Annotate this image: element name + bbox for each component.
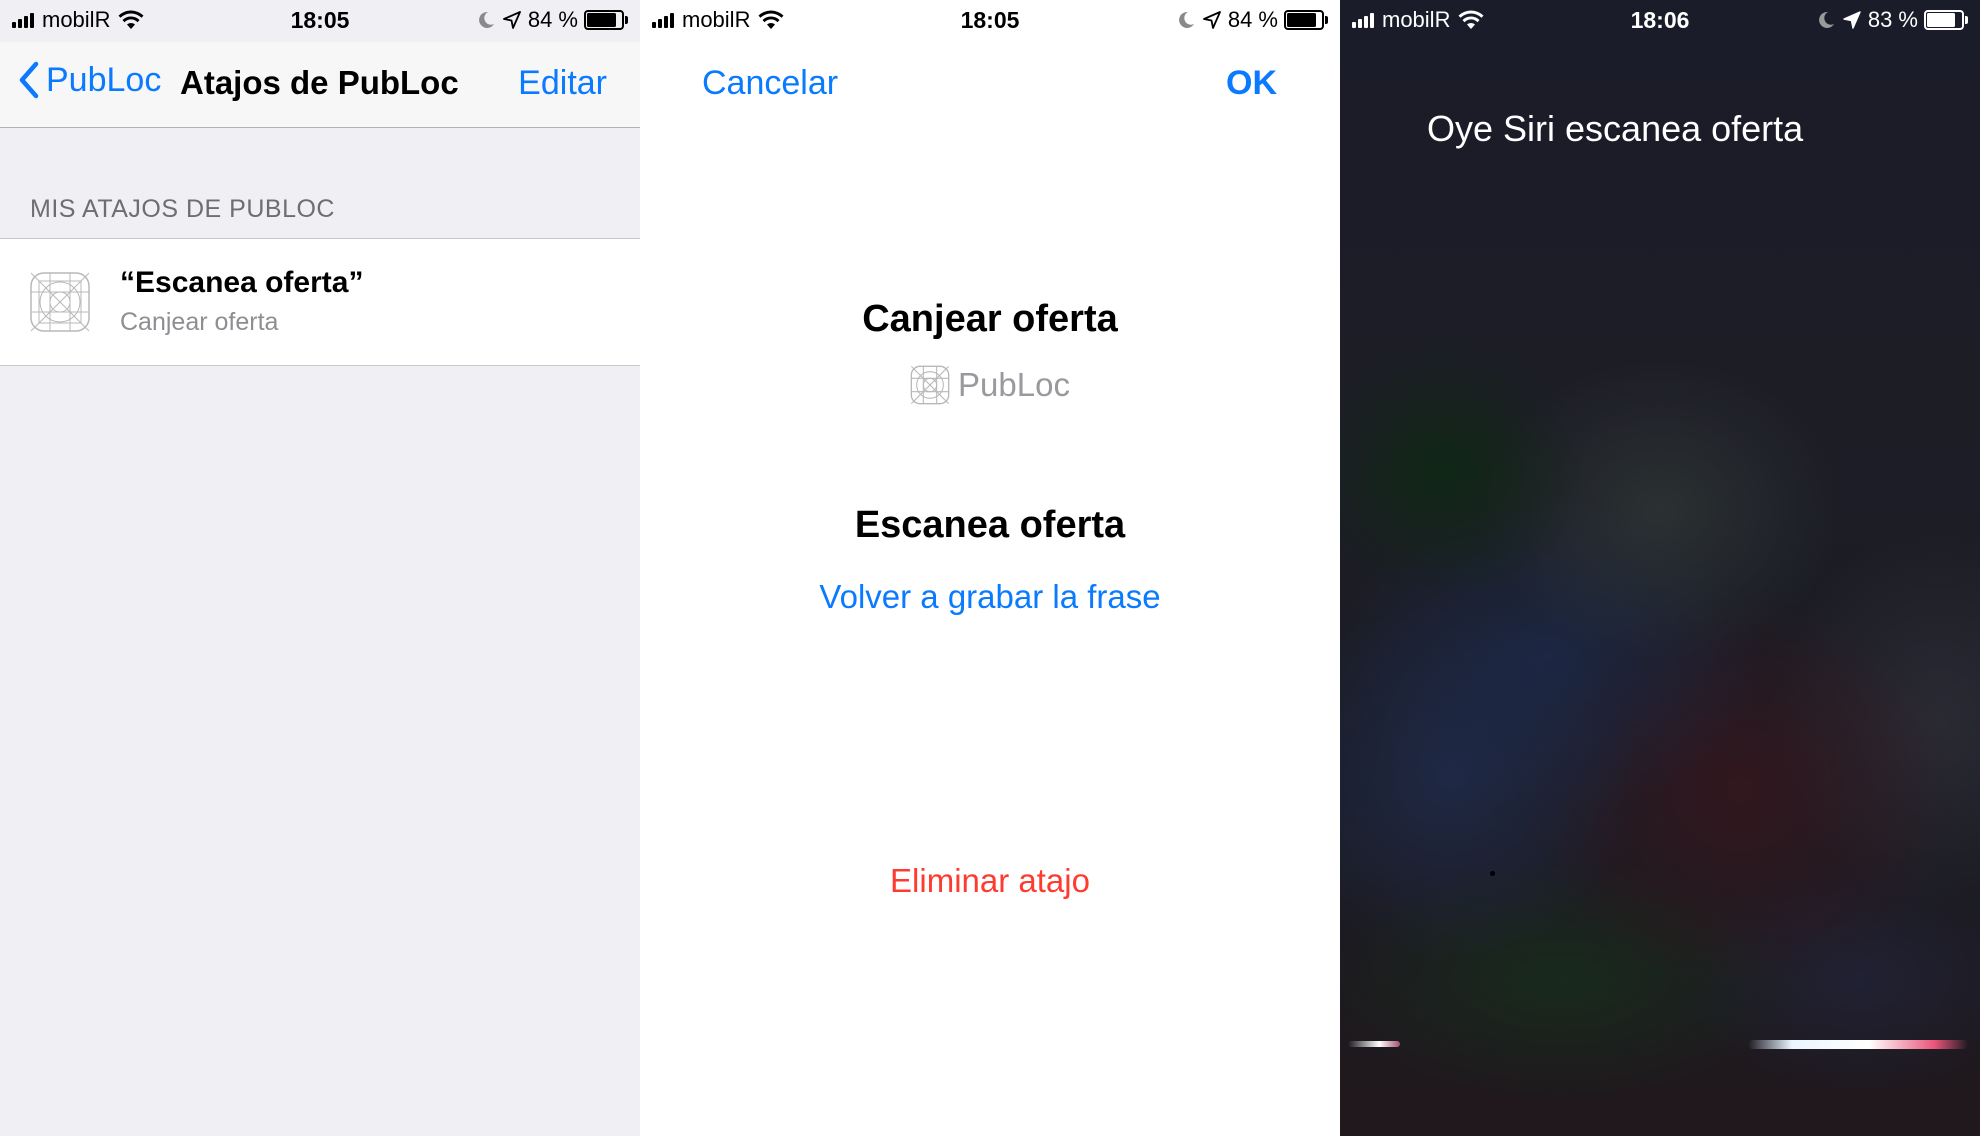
battery-percentage: 84 % [527,7,578,32]
action-title: Canjear oferta [862,298,1118,340]
battery-percentage: 83 % [1867,7,1918,32]
do-not-disturb-moon-icon [1178,11,1194,28]
rerecord-phrase-button[interactable]: Volver a grabar la frase [640,578,1340,616]
section-header: MIS ATAJOS DE PUBLOC [30,195,335,223]
navigation-bar: PubLoc Atajos de PubLoc Editar [0,42,640,128]
location-arrow-icon [1843,11,1861,29]
status-bar: mobilR 18:05 84 % [640,0,1340,42]
delete-shortcut-button[interactable]: Eliminar atajo [640,862,1340,900]
edit-button[interactable]: Editar [518,64,607,103]
location-arrow-icon [1202,11,1221,29]
back-button[interactable]: PubLoc [16,60,161,100]
back-button-label: PubLoc [46,60,162,99]
shortcut-detail-screen: mobilR 18:05 84 % Cancelar OK Canjear of… [640,0,1340,1136]
siri-waveform-left [1348,1041,1400,1047]
phrase-title: Escanea oferta [854,504,1126,546]
siri-screen: mobilR 18:06 83 % Oye Siri escanea ofert… [1340,0,1980,1136]
cancel-button[interactable]: Cancelar [702,64,838,103]
battery-icon [584,10,628,30]
status-bar: mobilR 18:06 83 % [1340,0,1980,42]
battery-icon [1924,10,1968,30]
status-bar: mobilR 18:05 84 % [0,0,640,42]
app-placeholder-icon [30,272,90,332]
siri-transcript: Oye Siri escanea oferta [1427,108,1804,149]
battery-icon [1284,10,1328,30]
do-not-disturb-moon-icon [478,11,494,28]
siri-indicator-dot [1490,871,1495,876]
battery-percentage: 84 % [1227,7,1278,32]
shortcut-action: Canjear oferta [120,308,279,336]
ok-button[interactable]: OK [1226,64,1277,103]
app-source: PubLoc [640,365,1340,405]
page-title: Atajos de PubLoc [180,64,459,101]
do-not-disturb-moon-icon [1818,11,1834,28]
app-placeholder-icon [910,365,950,405]
siri-waveform[interactable] [1748,1040,1968,1049]
location-arrow-icon [502,11,521,29]
shortcuts-list-screen: mobilR 18:05 84 % PubLoc Atajos de PubLo… [0,0,640,1136]
chevron-left-icon [19,61,39,99]
app-name: PubLoc [958,366,1070,403]
shortcut-phrase: “Escanea oferta” [120,266,364,299]
shortcut-row[interactable]: “Escanea oferta” Canjear oferta [0,238,640,366]
